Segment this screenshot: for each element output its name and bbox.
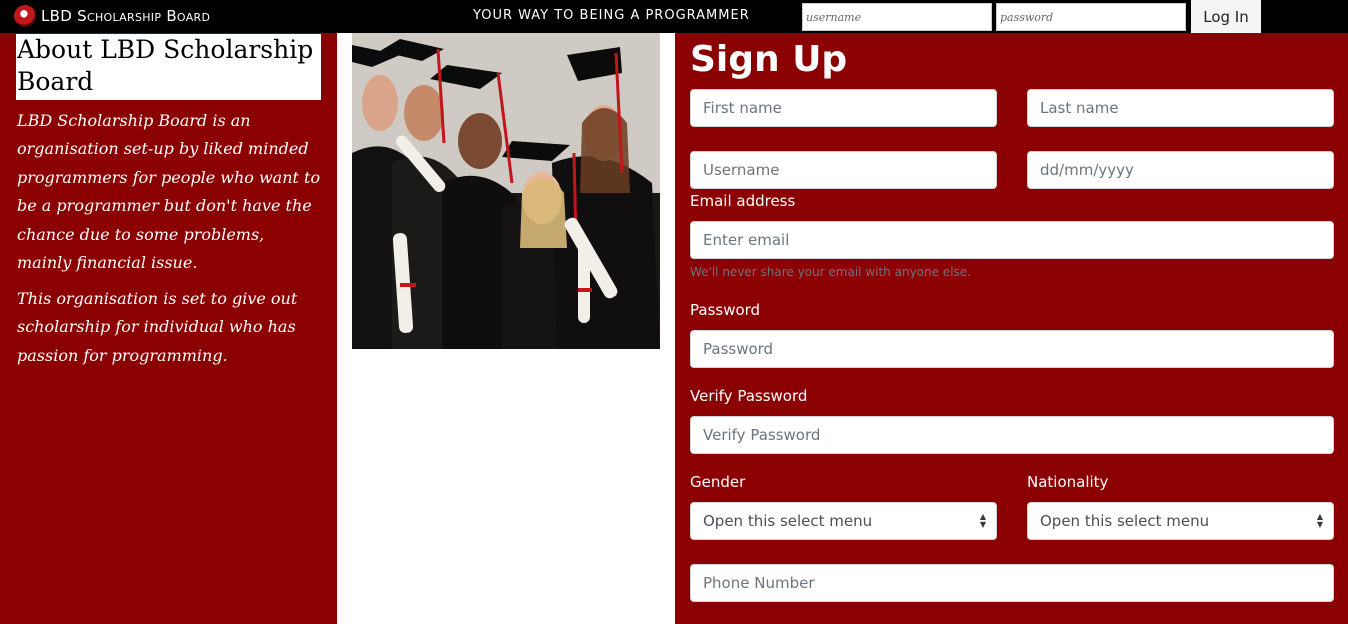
gender-select-value: Open this select menu (703, 512, 873, 530)
navbar-password-input[interactable] (996, 3, 1186, 31)
email-help-text: We'll never share your email with anyone… (690, 265, 971, 279)
login-button[interactable]: Log In (1191, 0, 1261, 33)
nationality-select[interactable]: Open this select menu ▲ ▼ (1027, 502, 1334, 540)
graduates-photo (352, 33, 660, 349)
email-label: Email address (690, 192, 796, 210)
verify-password-input[interactable] (690, 416, 1334, 454)
username-input[interactable] (690, 151, 997, 189)
about-title: About LBD Scholarship Board (17, 35, 314, 96)
last-name-input[interactable] (1027, 89, 1334, 127)
top-navbar: LBD Scholarship Board YOUR WAY TO BEING … (0, 0, 1348, 33)
select-arrows-icon: ▲ ▼ (979, 512, 986, 529)
signup-form: Sign Up Email address We'll never share … (675, 33, 1348, 624)
password-label: Password (690, 301, 761, 319)
gender-label: Gender (690, 473, 746, 491)
verify-password-label: Verify Password (690, 387, 808, 405)
tagline: YOUR WAY TO BEING A PROGRAMMER (473, 8, 750, 23)
brand[interactable]: LBD Scholarship Board (14, 4, 210, 28)
about-panel: About LBD Scholarship Board LBD Scholars… (0, 33, 337, 624)
select-arrows-icon: ▲ ▼ (1316, 512, 1323, 529)
date-of-birth-input[interactable] (1027, 151, 1334, 189)
about-title-box: About LBD Scholarship Board (16, 34, 321, 100)
phone-number-input[interactable] (690, 564, 1334, 602)
signup-title: Sign Up (690, 39, 848, 80)
navbar-username-input[interactable] (802, 3, 992, 31)
graduates-illustration (352, 33, 660, 349)
gender-select[interactable]: Open this select menu ▲ ▼ (690, 502, 997, 540)
about-paragraph-1: LBD Scholarship Board is an organisation… (17, 111, 321, 273)
about-paragraph-2: This organisation is set to give out sch… (17, 289, 298, 365)
password-input[interactable] (690, 330, 1334, 368)
logo-icon (14, 5, 36, 27)
nationality-label: Nationality (1027, 473, 1109, 491)
email-input[interactable] (690, 221, 1334, 259)
brand-name: LBD Scholarship Board (41, 7, 211, 25)
nationality-select-value: Open this select menu (1040, 512, 1210, 530)
first-name-input[interactable] (690, 89, 997, 127)
